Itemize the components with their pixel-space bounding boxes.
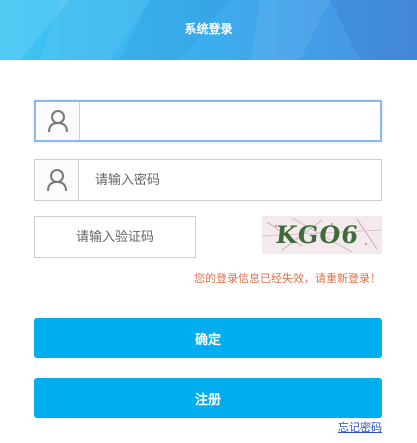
password-icon-box xyxy=(35,160,79,200)
username-input[interactable] xyxy=(80,102,380,140)
user-icon xyxy=(47,110,68,133)
username-icon-box xyxy=(36,102,80,140)
username-field[interactable] xyxy=(34,100,382,142)
forgot-password-link[interactable]: 忘记密码 xyxy=(338,419,382,435)
confirm-button[interactable]: 确定 xyxy=(34,318,382,358)
register-button[interactable]: 注册 xyxy=(34,378,382,418)
captcha-image[interactable]: KGO6 xyxy=(262,216,382,254)
password-field[interactable] xyxy=(34,159,382,201)
captcha-input[interactable] xyxy=(35,217,195,257)
login-header: 系统登录 xyxy=(0,0,417,60)
page-title: 系统登录 xyxy=(184,22,233,36)
captcha-text: KGO6 xyxy=(274,220,361,249)
error-message: 您的登录信息已经失效，请重新登录！ xyxy=(194,272,381,285)
password-input[interactable] xyxy=(79,160,381,200)
captcha-field[interactable] xyxy=(34,216,196,258)
user-icon xyxy=(46,169,67,192)
